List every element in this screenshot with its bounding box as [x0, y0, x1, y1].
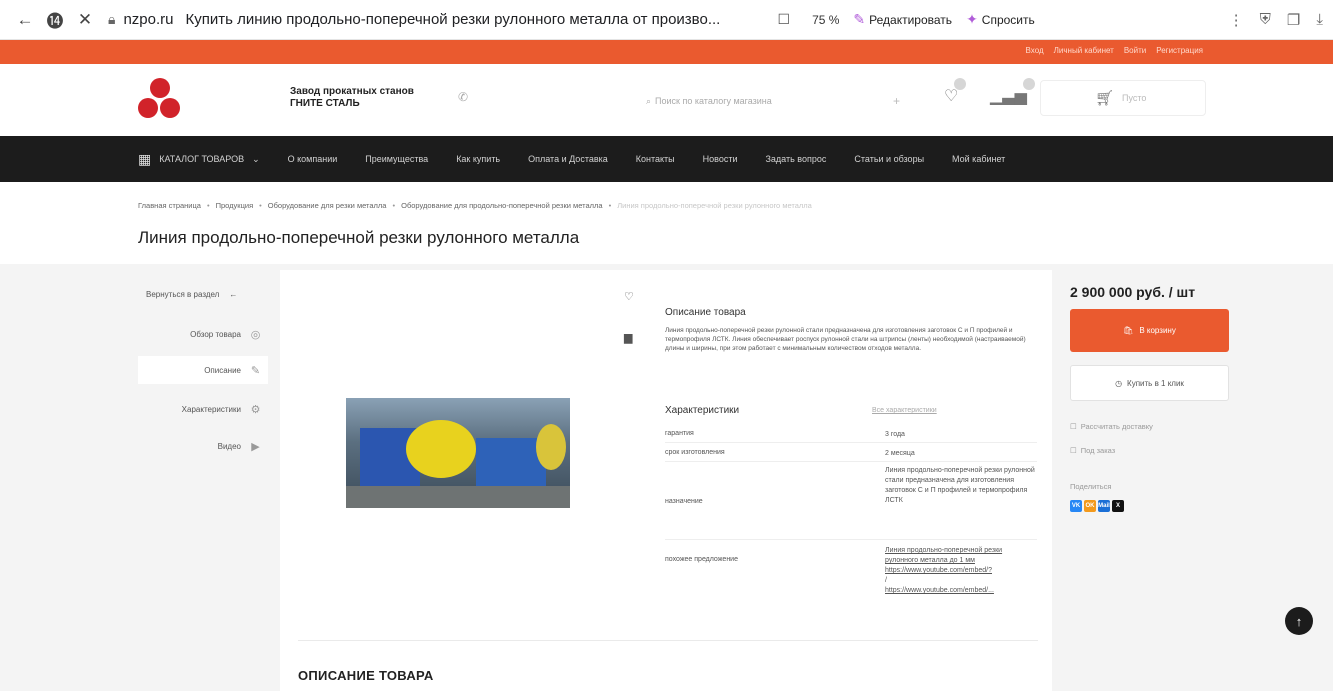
divider	[298, 640, 1038, 641]
breadcrumb-item[interactable]: Оборудование для резки металла	[268, 201, 387, 210]
sidenav-item-characteristics[interactable]: Характеристики ⚙	[182, 395, 262, 423]
top-link[interactable]: Регистрация	[1156, 46, 1203, 55]
grid-icon: ▦	[138, 150, 152, 167]
arrow-up-icon: ↑	[1295, 613, 1303, 629]
back-to-section-link[interactable]: Вернуться в раздел ←	[146, 290, 237, 299]
nav-item[interactable]: О компании	[288, 154, 338, 164]
nav-item[interactable]: Статьи и обзоры	[854, 154, 924, 164]
chevron-down-icon: ⌄	[252, 153, 260, 164]
video-link[interactable]: https://www.youtube.com/embed/?	[885, 566, 1037, 576]
site-header: Завод прокатных станов ГНИТЕ СТАЛЬ ✆ ⌕ П…	[0, 64, 1333, 136]
settings-icon: ⚙	[250, 403, 261, 416]
edit-icon: ✎	[853, 11, 866, 27]
section-title: ОПИСАНИЕ ТОВАРА	[298, 668, 434, 683]
video-link[interactable]: https://www.youtube.com/embed/...	[885, 586, 1037, 596]
product-price: 2 900 000 руб. / шт	[1070, 284, 1196, 300]
share-label: Поделиться	[1070, 482, 1112, 491]
vk-icon[interactable]: VK	[1070, 500, 1082, 512]
catalog-menu[interactable]: ▦ КАТАЛОГ ТОВАРОВ ⌄	[138, 151, 260, 168]
breadcrumb-item[interactable]: Главная страница	[138, 201, 201, 210]
buy-one-click-button[interactable]: ◷ Купить в 1 клик	[1070, 365, 1229, 401]
page-title: Линия продольно-поперечной резки рулонно…	[138, 228, 580, 247]
char-row: назначение Линия продольно-поперечной ре…	[665, 464, 1037, 540]
lock-icon: 🔒︎	[108, 11, 116, 27]
menu-icon[interactable]: ⋮	[1229, 11, 1244, 29]
arrow-left-icon: ←	[229, 290, 238, 299]
share-buttons: VK OK Mail X	[1070, 500, 1124, 512]
edit-button[interactable]: ✎ Редактировать	[853, 11, 952, 28]
sidenav-item-overview[interactable]: Обзор товара ◎	[190, 320, 262, 348]
collections-icon[interactable]: ❐	[1287, 11, 1300, 29]
x-icon[interactable]: X	[1112, 500, 1124, 512]
nav-item[interactable]: Мой кабинет	[952, 154, 1005, 164]
shield-icon[interactable]: ⛨	[1260, 11, 1271, 29]
pencil-icon: ✎	[250, 364, 261, 377]
top-strip: Вход Личный кабинет Войти Регистрация	[0, 40, 1333, 64]
product-image[interactable]	[346, 398, 570, 508]
mail-icon[interactable]: Mail	[1098, 500, 1110, 512]
ask-button[interactable]: ✦ Спросить	[966, 11, 1035, 28]
top-link[interactable]: Личный кабинет	[1054, 46, 1114, 55]
breadcrumb: Главная страница • Продукция • Оборудовани…	[138, 201, 812, 210]
breadcrumb-current: Линия продольно-поперечной резки рулонно…	[617, 201, 812, 210]
zoom-indicator[interactable]: 75 %	[812, 13, 839, 27]
sidenav-item-description[interactable]: Описание ✎	[138, 356, 268, 384]
nav-item[interactable]: Новости	[703, 154, 738, 164]
close-icon[interactable]: ✕	[70, 5, 100, 35]
box-icon: ☐	[1070, 446, 1077, 455]
ask-icon: ✦	[966, 11, 978, 27]
play-icon: ▶	[251, 440, 260, 453]
nav-item[interactable]: Задать вопрос	[765, 154, 826, 164]
bag-icon: 🛍︎	[1123, 326, 1134, 335]
char-row: гарантия 3 года	[665, 430, 1037, 443]
description-text: Линия продольно-поперечной резки рулонно…	[665, 327, 1026, 352]
eye-icon: ◎	[250, 328, 261, 341]
bookmark-icon[interactable]: ☐	[778, 11, 791, 28]
order-status: ☐ Под заказ	[1070, 446, 1116, 455]
compare-icon[interactable]: ▆	[624, 331, 632, 344]
add-to-cart-button[interactable]: 🛍︎ В корзину	[1070, 309, 1229, 352]
similar-link[interactable]: Линия продольно-поперечной резки рулонно…	[885, 546, 1037, 566]
nav-item[interactable]: Преимущества	[365, 154, 428, 164]
char-row: похожее предложение Линия продольно-попе…	[665, 544, 1037, 626]
delivery-link[interactable]: ☐ Рассчитать доставку	[1070, 422, 1153, 431]
cart-button[interactable]: 🛒︎ Пусто	[1040, 80, 1206, 116]
browser-toolbar: ← ⓮ ✕ 🔒︎ nzpo.ru Купить линию продольно-…	[0, 0, 1333, 40]
nav-item[interactable]: Оплата и Доставка	[528, 154, 608, 164]
download-icon[interactable]: ⤓	[1316, 11, 1323, 29]
click-icon: ◷	[1115, 378, 1123, 388]
ok-icon[interactable]: OK	[1084, 500, 1096, 512]
cart-icon: 🛒︎	[1095, 90, 1115, 107]
all-characteristics-link[interactable]: Все характеристики	[872, 407, 937, 414]
truck-icon: ☐	[1070, 422, 1077, 431]
phone-icon[interactable]: ✆	[458, 90, 468, 104]
top-link[interactable]: Войти	[1124, 46, 1146, 55]
search-placeholder: Поиск по каталогу магазина	[655, 96, 772, 106]
search-input[interactable]: ⌕ Поиск по каталогу магазина +	[638, 88, 908, 114]
search-icon: ⌕	[646, 95, 652, 106]
top-link[interactable]: Вход	[1026, 46, 1044, 55]
main-nav: ▦ КАТАЛОГ ТОВАРОВ ⌄ О компании Преимущес…	[0, 136, 1333, 182]
site-logo[interactable]	[138, 78, 182, 122]
url-domain[interactable]: nzpo.ru	[123, 11, 173, 28]
plus-icon[interactable]: +	[893, 94, 900, 108]
scroll-to-top-button[interactable]: ↑	[1285, 607, 1313, 635]
back-icon[interactable]: ←	[10, 5, 40, 35]
tab-title: Купить линию продольно-поперечной резки …	[185, 11, 721, 28]
breadcrumb-item[interactable]: Оборудование для продольно-поперечной ре…	[401, 201, 602, 210]
site-info-icon[interactable]: ⓮	[40, 5, 70, 35]
brand-name: Завод прокатных станов ГНИТЕ СТАЛЬ	[290, 86, 414, 109]
compare-icon[interactable]: ▁▃▅	[990, 78, 1035, 106]
char-row: срок изготовления 2 месяца	[665, 449, 1037, 462]
characteristics-heading: Характеристики	[665, 405, 740, 416]
breadcrumb-item[interactable]: Продукция	[216, 201, 254, 210]
description-heading: Описание товара	[665, 307, 746, 318]
favorite-icon[interactable]: ♡	[624, 290, 634, 303]
nav-item[interactable]: Контакты	[636, 154, 675, 164]
nav-item[interactable]: Как купить	[456, 154, 500, 164]
sidenav-item-video[interactable]: Видео ▶	[218, 432, 262, 460]
favorites-icon[interactable]: ♡	[944, 78, 967, 106]
video-link[interactable]: /	[885, 576, 1037, 586]
